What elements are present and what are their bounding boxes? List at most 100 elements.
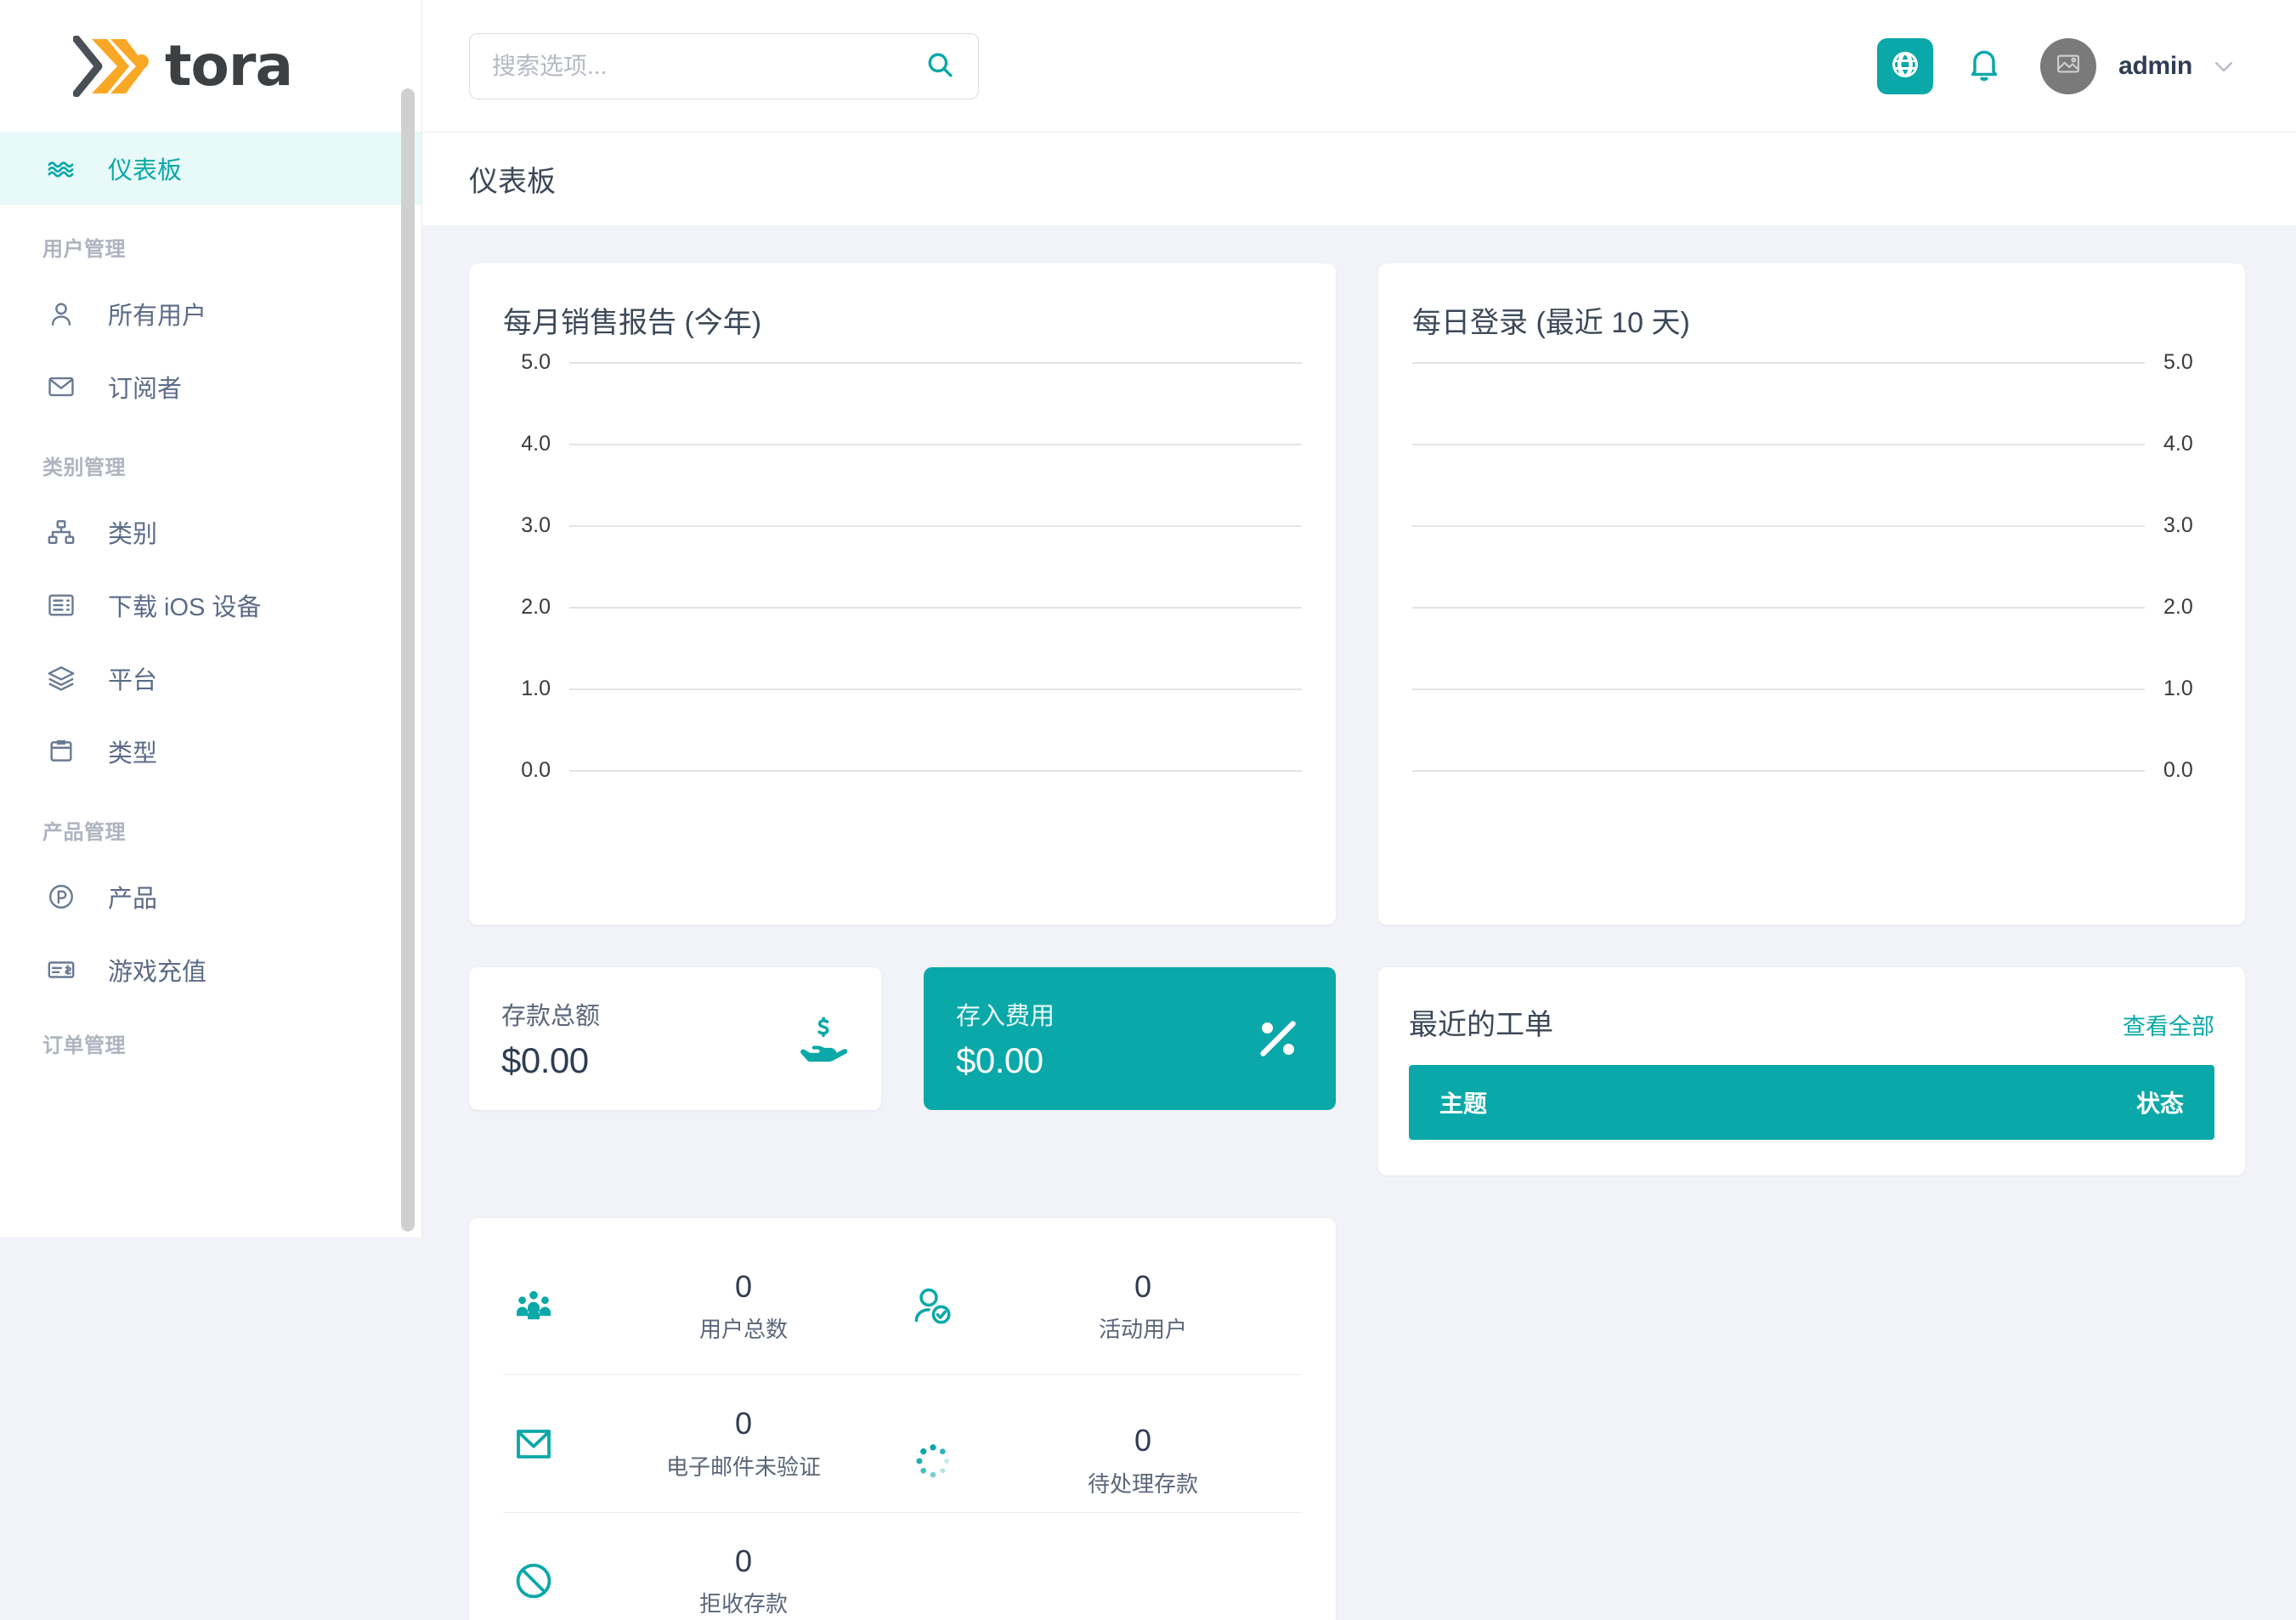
gridline [569, 607, 1302, 609]
tickets-column: 最近的工单 查看全部 主题 状态 [1378, 967, 2245, 1175]
counters-row: 0 用户总数 [469, 1218, 2245, 1620]
sidebar-item-products[interactable]: 产品 [0, 860, 421, 933]
user-icon [42, 295, 80, 332]
gridline [569, 362, 1302, 364]
logo-dot-icon [134, 54, 149, 69]
language-globe-button[interactable] [1877, 38, 1933, 94]
gridline [569, 688, 1302, 690]
search-button[interactable] [925, 50, 954, 82]
sidebar-scrollbar-thumb[interactable] [401, 88, 415, 1232]
sidebar-item-download-ios-devices[interactable]: 下载 iOS 设备 [0, 569, 421, 642]
search-box[interactable] [469, 33, 979, 99]
monthly-sales-plot: 5.0 4.0 3.0 [503, 356, 1302, 917]
daily-logins-plot: 5.0 4.0 3.0 [1412, 356, 2211, 917]
kpi-cards: 存款总额 $0.00 [469, 967, 1336, 1110]
y-tick-label: 1.0 [2145, 677, 2211, 701]
y-tick-label: 2.0 [503, 595, 569, 620]
counter-label: 用户总数 [585, 1312, 902, 1344]
sidebar-item-dashboard[interactable]: 仪表板 [0, 132, 421, 205]
page-title: 仪表板 [469, 158, 556, 200]
monthly-sales-column: 每月销售报告 (今年) 5.0 4.0 3.0 [469, 263, 1336, 925]
admin-username: admin [2118, 52, 2192, 81]
gridline [1412, 525, 2145, 527]
counter-email-unverified: 0 电子邮件未验证 [503, 1375, 902, 1511]
sidebar-item-game-topup[interactable]: 游戏充值 [0, 933, 421, 1006]
sidebar-nav: 仪表板 用户管理 所有用户 订 [0, 132, 421, 1238]
tickets-title: 最近的工单 [1409, 1001, 1553, 1043]
kpi-value: $0.00 [501, 1040, 796, 1081]
brand-name: tora [165, 38, 292, 94]
search-input[interactable] [492, 53, 925, 80]
counter-value: 0 [984, 1269, 1302, 1304]
counter-label: 活动用户 [984, 1312, 1302, 1344]
server-icon [42, 586, 80, 624]
sidebar-section-order-management: 订单管理 [0, 1006, 421, 1073]
counter-label: 电子邮件未验证 [585, 1450, 902, 1481]
sidebar: tora 仪表板 用户管理 [0, 0, 422, 1238]
deposit-fee-card[interactable]: 存入费用 $0.00 [924, 967, 1336, 1110]
broken-image-icon [2056, 51, 2081, 81]
envelope-icon [42, 368, 80, 405]
sidebar-section-user-management: 用户管理 [0, 205, 421, 277]
sidebar-item-label: 所有用户 [108, 296, 206, 331]
monthly-sales-chart-card: 每月销售报告 (今年) 5.0 4.0 3.0 [469, 263, 1336, 925]
sidebar-item-types[interactable]: 类型 [0, 715, 421, 788]
y-tick-label: 4.0 [2145, 432, 2211, 456]
gridline [1412, 770, 2145, 772]
kpi-value: $0.00 [956, 1040, 1253, 1081]
search-icon [925, 50, 954, 82]
counter-rejected-deposits: 0 拒收存款 [503, 1513, 902, 1620]
view-all-tickets-link[interactable]: 查看全部 [2123, 1008, 2214, 1041]
globe-icon [1890, 49, 1920, 82]
sidebar-item-subscribers[interactable]: 订阅者 [0, 350, 421, 423]
topbar: admin [422, 0, 2296, 132]
x-logo-icon [73, 36, 161, 97]
counter-value: 0 [585, 1406, 902, 1441]
tickets-header: 最近的工单 查看全部 [1409, 1001, 2214, 1043]
y-tick-label: 5.0 [503, 350, 569, 375]
counter-value: 0 [585, 1269, 902, 1304]
gridline [569, 525, 1302, 527]
brand-logo[interactable]: tora [0, 0, 421, 132]
counter-label: 待处理存款 [984, 1467, 1302, 1498]
kpi-label: 存入费用 [956, 996, 1253, 1032]
total-deposits-card[interactable]: 存款总额 $0.00 [469, 967, 881, 1110]
counter-active-users: 0 活动用户 [902, 1238, 1302, 1374]
ban-icon [503, 1561, 564, 1601]
avatar[interactable] [2040, 38, 2096, 94]
kpi-label: 存款总额 [501, 996, 796, 1032]
dashboard-content: 每月销售报告 (今年) 5.0 4.0 3.0 [422, 225, 2296, 1620]
sitemap-icon [42, 513, 80, 551]
y-tick-label: 0.0 [2145, 758, 2211, 783]
daily-logins-chart-card: 每日登录 (最近 10 天) 5.0 4.0 [1378, 263, 2245, 925]
sidebar-scrollbar[interactable] [401, 88, 415, 1232]
charts-row: 每月销售报告 (今年) 5.0 4.0 3.0 [469, 263, 2245, 925]
counters-column: 0 用户总数 [469, 1218, 1336, 1620]
sidebar-item-platforms[interactable]: 平台 [0, 642, 421, 715]
sidebar-section-product-management: 产品管理 [0, 788, 421, 860]
p-circle-icon [42, 878, 80, 915]
y-tick-label: 0.0 [503, 758, 569, 783]
sidebar-item-label: 下载 iOS 设备 [108, 587, 261, 623]
counter-placeholder [902, 1513, 1302, 1620]
notifications-button[interactable] [1965, 46, 2003, 86]
sidebar-item-label: 类别 [108, 514, 157, 550]
tickets-table-header: 主题 状态 [1409, 1065, 2214, 1140]
clipboard-icon [42, 733, 80, 770]
sidebar-item-label: 订阅者 [108, 369, 182, 405]
sidebar-item-categories[interactable]: 类别 [0, 496, 421, 569]
kpi-column: 存款总额 $0.00 [469, 967, 1336, 1175]
gridline [1412, 607, 2145, 609]
recent-tickets-card: 最近的工单 查看全部 主题 状态 [1378, 967, 2245, 1175]
chart-title: 每日登录 (最近 10 天) [1412, 299, 2211, 341]
chevron-down-icon[interactable] [2211, 54, 2237, 79]
activity-wave-icon [42, 150, 80, 187]
column-header-subject: 主题 [1439, 1085, 1487, 1119]
chart-title: 每月销售报告 (今年) [503, 299, 1302, 341]
sidebar-item-label: 类型 [108, 734, 157, 769]
y-tick-label: 3.0 [503, 513, 569, 538]
sidebar-item-all-users[interactable]: 所有用户 [0, 277, 421, 350]
sidebar-item-label: 产品 [108, 879, 157, 915]
counter-row: 0 拒收存款 [503, 1512, 1302, 1620]
sidebar-item-label: 平台 [108, 660, 157, 696]
